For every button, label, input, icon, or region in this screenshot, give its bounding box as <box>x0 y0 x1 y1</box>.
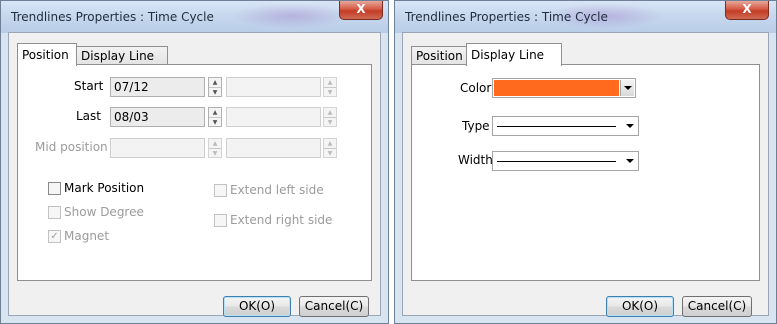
line-type-preview <box>497 126 616 127</box>
dialog-client: Position Display Line Start 07/12 ▲ ▼ ▲ ▼ … <box>8 32 381 317</box>
dialog-position: Trendlines Properties : Time Cycle X Pos… <box>0 0 389 324</box>
mid-position-label: Mid position <box>35 140 108 154</box>
title-bar[interactable]: Trendlines Properties : Time Cycle X <box>395 1 776 33</box>
mid-time-field <box>226 138 321 158</box>
line-width-preview <box>497 161 616 162</box>
tab-display-line[interactable]: Display Line <box>466 43 562 66</box>
spin-down-icon: ▼ <box>209 148 221 158</box>
extend-left-label: Extend left side <box>230 183 324 197</box>
dialog-title: Trendlines Properties : Time Cycle <box>11 10 214 24</box>
color-label: Color <box>460 81 492 95</box>
titlebar-glow <box>231 3 351 29</box>
extend-right-label: Extend right side <box>230 213 333 227</box>
last-time-spinner: ▲ ▼ <box>323 107 337 127</box>
spin-down-icon: ▼ <box>324 87 336 97</box>
start-date-spinner[interactable]: ▲ ▼ <box>208 77 222 97</box>
chevron-down-icon <box>626 124 634 128</box>
color-swatch <box>494 80 619 96</box>
extend-right-checkbox <box>214 214 227 227</box>
spin-down-icon[interactable]: ▼ <box>209 87 221 97</box>
display-line-panel: Color Type Width <box>411 64 760 281</box>
mark-position-checkbox[interactable] <box>48 182 61 195</box>
ok-button[interactable]: OK(O) <box>606 296 674 317</box>
title-bar[interactable]: Trendlines Properties : Time Cycle X <box>1 1 388 33</box>
mark-position-label[interactable]: Mark Position <box>64 181 144 195</box>
close-button[interactable]: X <box>725 1 769 20</box>
spin-up-icon: ▲ <box>327 79 333 86</box>
cancel-button[interactable]: Cancel(C) <box>299 296 369 317</box>
type-label: Type <box>462 119 490 133</box>
last-time-field <box>226 107 321 127</box>
line-width-dropdown[interactable] <box>492 151 639 171</box>
start-label: Start <box>74 79 104 93</box>
tab-position[interactable]: Position <box>17 43 77 66</box>
close-button[interactable]: X <box>339 1 383 20</box>
start-time-field <box>226 77 321 97</box>
start-time-spinner: ▲ ▼ <box>323 77 337 97</box>
spin-down-icon: ▼ <box>324 117 336 127</box>
dialog-title: Trendlines Properties : Time Cycle <box>405 10 608 24</box>
mid-date-spinner: ▲ ▼ <box>208 138 222 158</box>
spin-down-icon: ▼ <box>324 148 336 158</box>
tab-display-line[interactable]: Display Line <box>76 46 168 65</box>
position-panel: Start 07/12 ▲ ▼ ▲ ▼ Last 08/03 ▲ ▼ ▲ ▼ Mid p… <box>17 64 372 281</box>
ok-button[interactable]: OK(O) <box>223 296 291 317</box>
spin-down-icon[interactable]: ▼ <box>209 117 221 127</box>
last-label: Last <box>76 109 101 123</box>
chevron-down-icon <box>624 86 632 90</box>
tab-position[interactable]: Position <box>411 46 467 65</box>
width-label: Width <box>458 153 493 167</box>
magnet-checkbox: ✓ <box>48 230 61 243</box>
spin-up-icon: ▲ <box>327 140 333 147</box>
spin-up-icon: ▲ <box>327 109 333 116</box>
show-degree-label: Show Degree <box>64 205 144 219</box>
dropdown-button[interactable] <box>620 80 634 96</box>
spin-up-icon[interactable]: ▲ <box>209 108 221 117</box>
color-dropdown[interactable] <box>492 78 636 98</box>
start-date-field[interactable]: 07/12 <box>110 77 205 97</box>
show-degree-checkbox <box>48 206 61 219</box>
line-type-dropdown[interactable] <box>492 116 639 136</box>
chevron-down-icon <box>626 159 634 163</box>
spin-up-icon[interactable]: ▲ <box>209 78 221 87</box>
mid-time-spinner: ▲ ▼ <box>323 138 337 158</box>
cancel-button[interactable]: Cancel(C) <box>682 296 752 317</box>
spin-up-icon: ▲ <box>212 140 218 147</box>
magnet-label: Magnet <box>64 229 110 243</box>
dialog-client: Position Display Line Color Type Width O… <box>402 32 769 317</box>
mid-date-field <box>110 138 205 158</box>
extend-left-checkbox <box>214 184 227 197</box>
last-date-spinner[interactable]: ▲ ▼ <box>208 107 222 127</box>
last-date-field[interactable]: 08/03 <box>110 107 205 127</box>
dialog-display-line: Trendlines Properties : Time Cycle X Pos… <box>394 0 777 324</box>
